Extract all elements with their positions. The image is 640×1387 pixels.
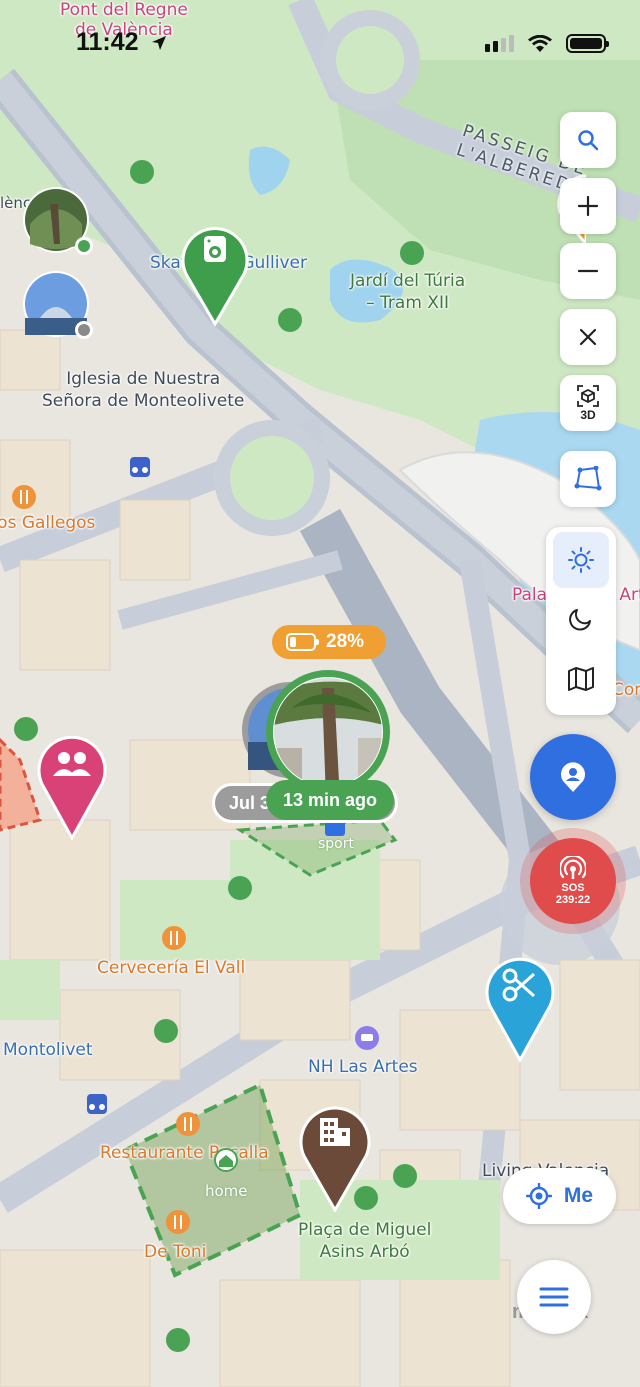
battery-chip: 28% xyxy=(272,625,386,659)
cellular-signal-icon xyxy=(485,35,514,52)
share-location-button[interactable] xyxy=(530,734,616,820)
close-icon xyxy=(579,328,597,346)
me-label: Me xyxy=(563,1184,594,1207)
status-time: 11:42 xyxy=(76,28,168,57)
light-style-option[interactable] xyxy=(553,532,609,588)
draw-area-button[interactable] xyxy=(560,451,616,507)
member-avatar-1[interactable] xyxy=(20,184,100,264)
target-icon xyxy=(525,1183,552,1209)
sos-label: SOS xyxy=(561,882,585,894)
plus-icon xyxy=(577,195,599,217)
search-icon xyxy=(578,130,599,151)
map-style-selector xyxy=(546,527,616,715)
zoom-in-button[interactable] xyxy=(560,178,616,234)
label-placa: Plaça de Miguel Asins Arbó xyxy=(298,1220,432,1262)
zone-label-home: home xyxy=(205,1182,248,1200)
minus-icon xyxy=(577,269,599,273)
sos-button[interactable]: SOS 239:22 xyxy=(530,838,616,924)
moon-icon xyxy=(569,609,591,631)
sos-timer: 239:22 xyxy=(555,894,591,906)
last-seen-chip[interactable]: 13 min ago xyxy=(266,780,394,820)
battery-percent: 28% xyxy=(326,631,365,652)
zoom-out-button[interactable] xyxy=(560,243,616,299)
sun-icon xyxy=(568,547,594,573)
battery-icon xyxy=(286,633,319,651)
menu-button[interactable] xyxy=(517,1260,591,1334)
wifi-icon xyxy=(528,34,552,52)
barber-pin[interactable] xyxy=(484,952,556,1062)
location-arrow-icon xyxy=(151,36,166,51)
map-icon xyxy=(568,667,594,691)
cube-icon xyxy=(577,385,599,407)
me-button[interactable]: Me xyxy=(503,1168,616,1224)
search-button[interactable] xyxy=(560,112,616,168)
zone-label-sport: sport xyxy=(318,836,354,852)
label-restaurante: Restaurante Pecalla xyxy=(100,1143,269,1163)
label-nh-las-artes: NH Las Artes xyxy=(308,1057,418,1077)
dark-style-option[interactable] xyxy=(553,591,609,647)
label-jardi-del-turia: Jardí del Túria – Tram XII xyxy=(350,271,466,313)
label-cerveceria: Cervecería El Vall xyxy=(97,958,246,978)
hamburger-icon xyxy=(539,1287,569,1307)
device-battery-icon xyxy=(566,34,609,53)
member-avatar-2[interactable] xyxy=(20,268,100,348)
signal-broadcast-icon xyxy=(560,856,586,879)
skatepark-pin[interactable] xyxy=(180,222,250,326)
label-iglesia: Iglesia de Nuestra Señora de Monteolivet… xyxy=(42,369,245,411)
person-pin-icon xyxy=(561,762,585,792)
toggle-3d-label: 3D xyxy=(580,408,596,422)
office-pin[interactable] xyxy=(298,1100,372,1212)
status-icons xyxy=(485,34,609,53)
label-de-toni: De Toni xyxy=(144,1242,207,1262)
status-time-text: 11:42 xyxy=(76,28,139,56)
label-con: Con xyxy=(612,680,640,700)
group-pin[interactable] xyxy=(36,730,108,840)
label-montolivet: Montolivet xyxy=(3,1040,93,1060)
polygon-icon xyxy=(574,466,602,491)
map-style-option[interactable] xyxy=(553,651,609,707)
close-button[interactable] xyxy=(560,309,616,365)
label-los-gallegos: Los Gallegos xyxy=(0,513,96,533)
status-bar: 11:42 xyxy=(0,0,640,88)
toggle-3d-button[interactable]: 3D xyxy=(560,375,616,431)
